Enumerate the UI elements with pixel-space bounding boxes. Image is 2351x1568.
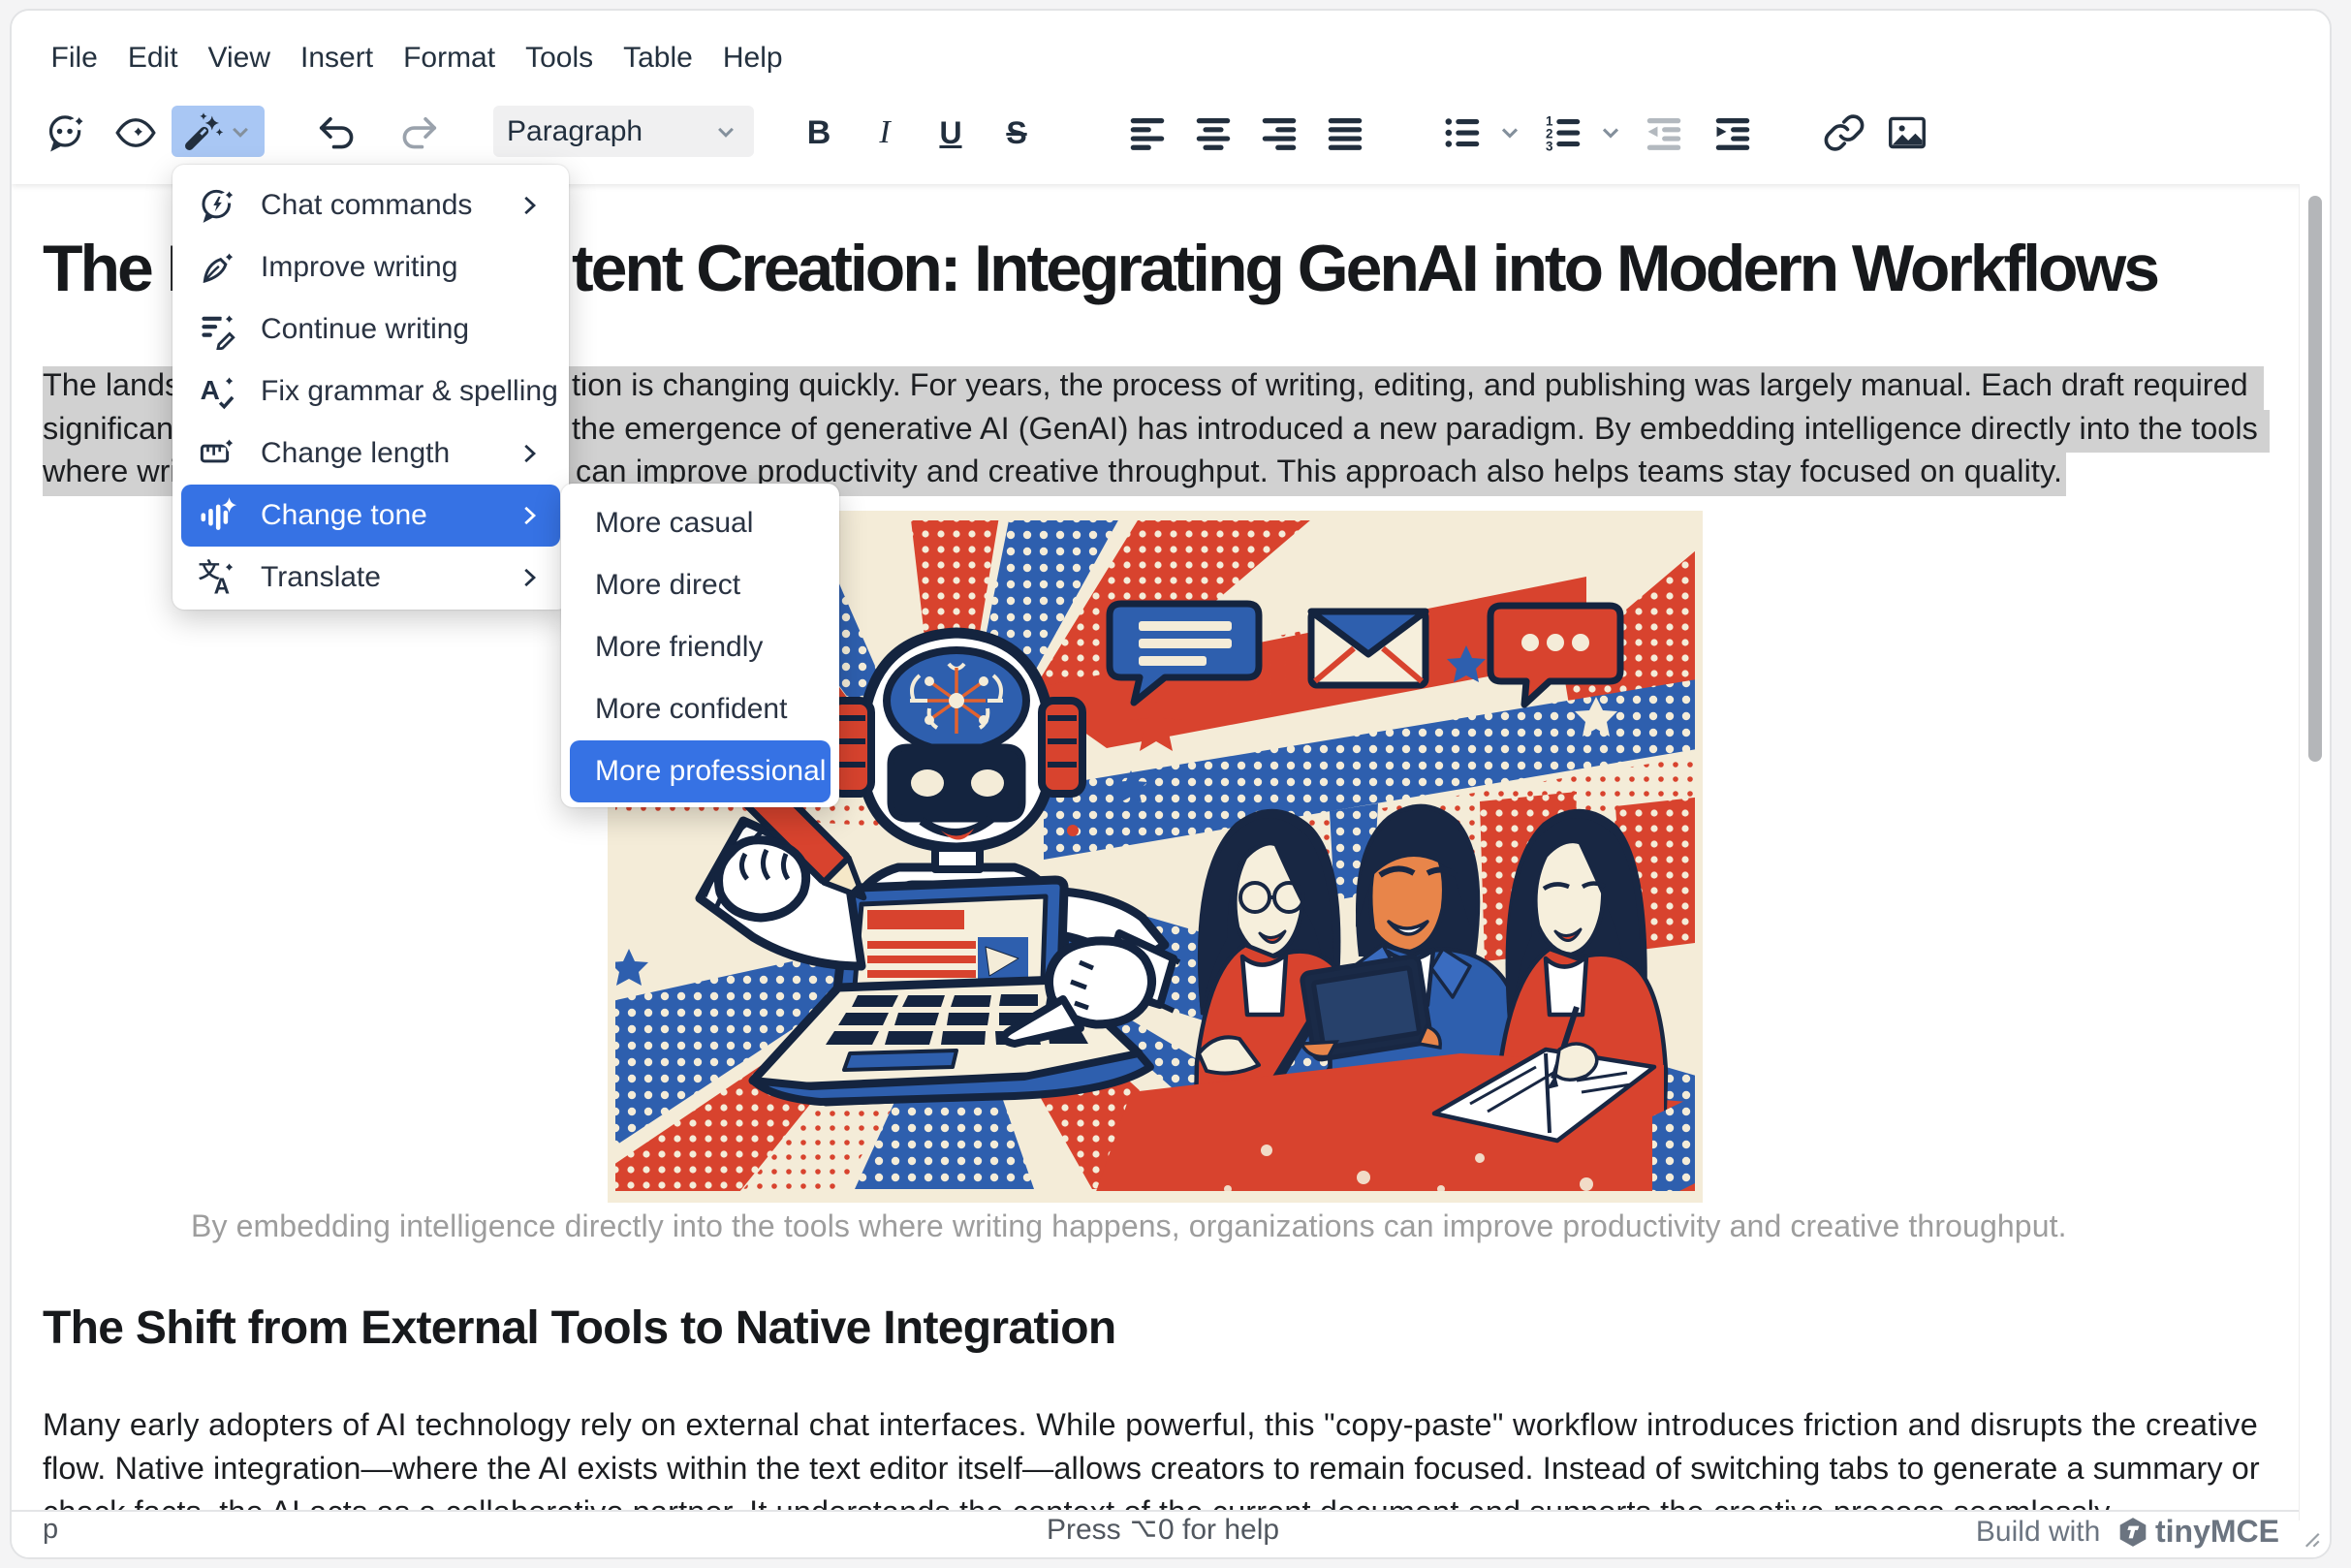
svg-text:3: 3 xyxy=(1546,139,1552,153)
svg-text:A: A xyxy=(214,574,230,598)
svg-text:A: A xyxy=(201,375,220,405)
